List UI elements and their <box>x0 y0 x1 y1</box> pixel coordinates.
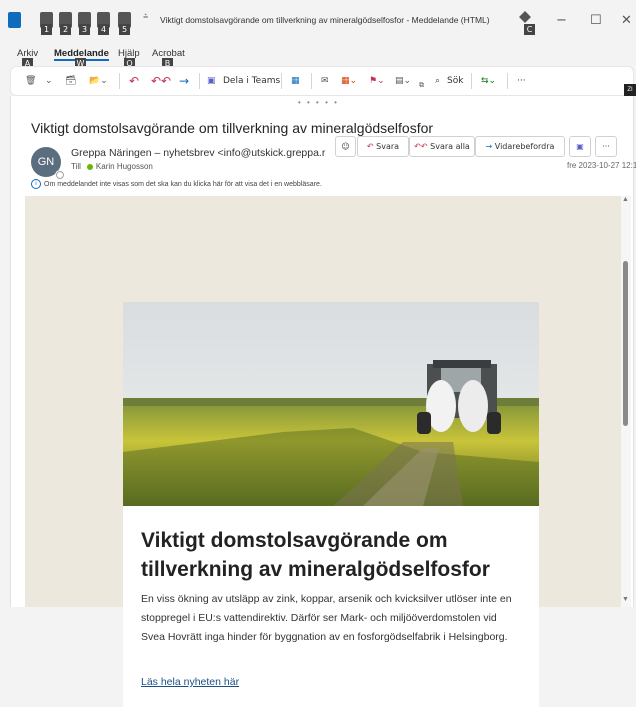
keytip-4: 4 <box>98 24 109 35</box>
ribbon-separator <box>471 73 472 89</box>
expand-icon[interactable]: ⧉ <box>419 76 424 94</box>
ribbon-toolbar: 🗑 ⌄ 🗃 📂⌄ ↶ ↶↶ → ▣ Dela i Teams ▦ ✉ ▦⌄ ⚑⌄… <box>10 66 634 96</box>
message-subject: Viktigt domstolsavgörande om tillverknin… <box>31 120 434 136</box>
keytip-2: 2 <box>60 24 71 35</box>
ribbon-separator <box>507 73 508 89</box>
title-bar: 1 2 3 4 5 ⩮ Viktigt domstolsavgörande om… <box>0 0 636 44</box>
diamond-icon[interactable] <box>519 11 531 23</box>
reply-icon: ↶ <box>366 142 374 151</box>
reply-all-icon[interactable]: ↶↶ <box>151 72 171 90</box>
reply-all-button[interactable]: ↶↶ Svara alla <box>409 136 475 157</box>
to-label: Till <box>71 162 81 171</box>
view-in-browser-notice[interactable]: i Om meddelandet inte visas som det ska k… <box>31 179 322 189</box>
info-text: Om meddelandet inte visas som det ska ka… <box>44 180 322 188</box>
scroll-up-icon[interactable]: ▲ <box>622 196 629 203</box>
keytip-c: C <box>524 24 535 35</box>
forward-icon[interactable]: → <box>179 72 189 90</box>
reply-all-label: Svara alla <box>430 142 470 151</box>
menu-bar: Arkiv Meddelande Hjälp Acrobat <box>0 44 636 64</box>
share-teams-button[interactable]: Dela i Teams <box>223 72 280 90</box>
message-pane: • • • • • Viktigt domstolsavgörande om t… <box>10 96 636 707</box>
more-options-button[interactable]: ··· <box>517 72 526 90</box>
apps-icon[interactable]: ▦⌄ <box>341 72 357 90</box>
customize-qat-icon[interactable]: ⩮ <box>143 12 148 22</box>
recipient-line: Till Karin Hugosson <box>71 162 153 171</box>
mail-icon[interactable]: ✉ <box>321 72 329 90</box>
drag-handle[interactable]: • • • • • <box>298 98 339 107</box>
newsletter-card: Viktigt domstolsavgörande om tillverknin… <box>123 302 539 707</box>
grid-icon[interactable]: ▦ <box>291 72 300 90</box>
ribbon-separator <box>311 73 312 89</box>
close-button[interactable]: ✕ <box>621 13 632 28</box>
ribbon-separator <box>119 73 120 89</box>
search-icon[interactable]: ⌕ <box>435 72 440 90</box>
keytip-zi: ZI <box>624 84 636 96</box>
translate-icon[interactable]: ⇆⌄ <box>481 72 496 90</box>
forward-icon: → <box>485 142 493 151</box>
read-more-link[interactable]: Läs hela nyheten här <box>141 676 239 688</box>
window-title: Viktigt domstolsavgörande om tillverknin… <box>160 15 490 25</box>
forward-button[interactable]: → Vidarebefordra <box>475 136 565 157</box>
delete-icon[interactable]: 🗑 <box>25 72 36 90</box>
keytip-5: 5 <box>119 24 130 35</box>
minimize-button[interactable]: − <box>556 13 567 28</box>
keytip-3: 3 <box>79 24 90 35</box>
hero-image <box>123 302 539 506</box>
reply-label: Svara <box>376 142 400 151</box>
maximize-button[interactable]: ☐ <box>590 13 602 28</box>
chevron-down-icon[interactable]: ⌄ <box>45 72 53 90</box>
emoji-reaction-button[interactable]: ☺ <box>335 136 356 157</box>
move-icon[interactable]: 📂⌄ <box>89 72 108 90</box>
newsletter-headline: Viktigt domstolsavgörande om tillverknin… <box>141 529 490 581</box>
archive-icon[interactable]: 🗃 <box>65 72 76 90</box>
reply-button[interactable]: ↶ Svara <box>357 136 409 157</box>
message-date: fre 2023-10-27 12:19 <box>567 161 636 170</box>
teams-icon[interactable]: ▣ <box>207 72 216 90</box>
scrollbar-thumb[interactable] <box>623 261 628 426</box>
info-icon: i <box>31 179 41 189</box>
reply-all-icon: ↶↶ <box>414 142 428 151</box>
newsletter-lead: En viss ökning av utsläpp av zink, koppa… <box>141 593 512 643</box>
keytip-1: 1 <box>41 24 52 35</box>
forward-label: Vidarebefordra <box>494 142 555 151</box>
ribbon-separator <box>281 73 282 89</box>
more-actions-button[interactable]: ··· <box>595 136 617 157</box>
presence-online-icon <box>86 163 93 170</box>
ribbon-separator <box>199 73 200 89</box>
scroll-down-icon[interactable]: ▼ <box>622 596 629 603</box>
categorize-icon[interactable]: ▤⌄ <box>395 72 411 90</box>
reply-icon[interactable]: ↶ <box>129 72 139 90</box>
outlook-icon[interactable] <box>8 12 21 28</box>
message-body: Viktigt domstolsavgörande om tillverknin… <box>25 196 621 707</box>
search-button[interactable]: Sök <box>447 72 463 90</box>
teams-share-button[interactable]: ▣ <box>569 136 591 157</box>
sender-name[interactable]: Greppa Näringen – nyhetsbrev <info@utski… <box>71 147 341 159</box>
flag-icon[interactable]: ⚑⌄ <box>369 72 385 90</box>
recipient-name[interactable]: Karin Hugosson <box>96 162 153 171</box>
